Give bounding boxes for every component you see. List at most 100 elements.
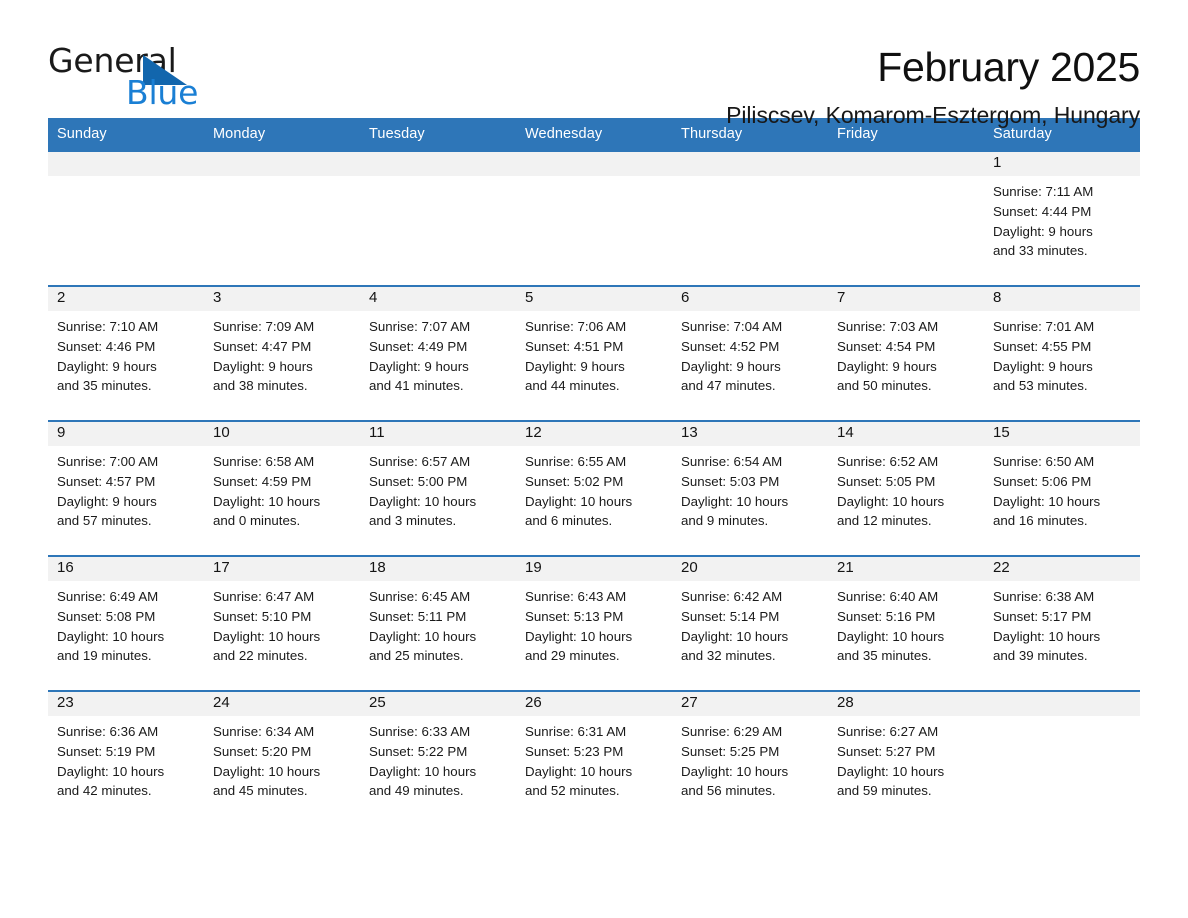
- day-number: 2: [48, 287, 204, 311]
- calendar-day-cell[interactable]: 16 Sunrise: 6:49 AM Sunset: 5:08 PM Dayligh…: [48, 555, 204, 691]
- page-title: February 2025: [877, 44, 1140, 90]
- daylight-text-line1: Daylight: 9 hours: [525, 358, 625, 374]
- day-details: Sunrise: 6:52 AM Sunset: 5:05 PM Daylight:…: [828, 446, 984, 531]
- sunrise-text: Sunrise: 6:49 AM: [57, 589, 159, 604]
- daylight-text-line2: and 41 minutes.: [369, 378, 464, 394]
- day-details: Sunrise: 6:33 AM Sunset: 5:22 PM Daylight:…: [360, 716, 516, 801]
- calendar-day-cell[interactable]: 27 Sunrise: 6:29 AM Sunset: 5:25 PM Dayligh…: [672, 690, 828, 826]
- calendar-day-cell[interactable]: 1 Sunrise: 7:11 AM Sunset: 4:44 PM Daylight…: [984, 150, 1140, 286]
- daylight-text-line1: Daylight: 10 hours: [57, 628, 165, 644]
- calendar-day-cell[interactable]: 4 Sunrise: 7:07 AM Sunset: 4:49 PM Daylight…: [360, 285, 516, 421]
- sunrise-text: Sunrise: 6:29 AM: [681, 724, 783, 739]
- day-details: Sunrise: 6:34 AM Sunset: 5:20 PM Daylight:…: [204, 716, 360, 801]
- calendar-day-cell[interactable]: 10 Sunrise: 6:58 AM Sunset: 4:59 PM Dayligh…: [204, 420, 360, 556]
- calendar-day-cell-empty: [516, 150, 672, 286]
- daylight-text-line2: and 35 minutes.: [57, 378, 152, 394]
- day-number: [516, 152, 672, 176]
- weekday-header-tuesday: Tuesday: [360, 118, 516, 151]
- sunset-text: Sunset: 4:49 PM: [369, 338, 468, 354]
- calendar-day-cell[interactable]: 12 Sunrise: 6:55 AM Sunset: 5:02 PM Dayligh…: [516, 420, 672, 556]
- calendar-day-cell[interactable]: 24 Sunrise: 6:34 AM Sunset: 5:20 PM Dayligh…: [204, 690, 360, 826]
- calendar-day-cell[interactable]: 28 Sunrise: 6:27 AM Sunset: 5:27 PM Dayligh…: [828, 690, 984, 826]
- day-details: Sunrise: 6:47 AM Sunset: 5:10 PM Daylight:…: [204, 581, 360, 666]
- sunrise-text: Sunrise: 6:50 AM: [993, 454, 1095, 469]
- day-details: Sunrise: 6:58 AM Sunset: 4:59 PM Daylight:…: [204, 446, 360, 531]
- calendar-day-cell[interactable]: 19 Sunrise: 6:43 AM Sunset: 5:13 PM Dayligh…: [516, 555, 672, 691]
- daylight-text-line2: and 12 minutes.: [837, 513, 932, 529]
- calendar-day-cell[interactable]: 9 Sunrise: 7:00 AM Sunset: 4:57 PM Daylight…: [48, 420, 204, 556]
- day-details: Sunrise: 6:36 AM Sunset: 5:19 PM Daylight:…: [48, 716, 204, 801]
- daylight-text-line1: Daylight: 10 hours: [837, 628, 945, 644]
- sunset-text: Sunset: 5:20 PM: [213, 743, 312, 759]
- day-number: 3: [204, 287, 360, 311]
- day-number: 23: [48, 692, 204, 716]
- sunrise-text: Sunrise: 6:27 AM: [837, 724, 939, 739]
- day-number: [360, 152, 516, 176]
- calendar-day-cell-empty: [672, 150, 828, 286]
- calendar-day-cell[interactable]: 15 Sunrise: 6:50 AM Sunset: 5:06 PM Dayligh…: [984, 420, 1140, 556]
- day-number: [672, 152, 828, 176]
- calendar-week-row: 1 Sunrise: 7:11 AM Sunset: 4:44 PM Daylight…: [48, 150, 1140, 286]
- sunset-text: Sunset: 4:55 PM: [993, 338, 1092, 354]
- day-number: 4: [360, 287, 516, 311]
- sunset-text: Sunset: 5:25 PM: [681, 743, 780, 759]
- calendar-week-row: 23 Sunrise: 6:36 AM Sunset: 5:19 PM Dayligh…: [48, 690, 1140, 826]
- day-details: Sunrise: 6:29 AM Sunset: 5:25 PM Daylight:…: [672, 716, 828, 801]
- day-number: [48, 152, 204, 176]
- day-number: 24: [204, 692, 360, 716]
- day-number: 19: [516, 557, 672, 581]
- day-details: Sunrise: 6:49 AM Sunset: 5:08 PM Daylight:…: [48, 581, 204, 666]
- sunrise-text: Sunrise: 6:58 AM: [213, 454, 315, 469]
- calendar-day-cell[interactable]: 7 Sunrise: 7:03 AM Sunset: 4:54 PM Daylight…: [828, 285, 984, 421]
- calendar-day-cell[interactable]: 23 Sunrise: 6:36 AM Sunset: 5:19 PM Dayligh…: [48, 690, 204, 826]
- sunrise-text: Sunrise: 6:55 AM: [525, 454, 627, 469]
- calendar-day-cell[interactable]: 11 Sunrise: 6:57 AM Sunset: 5:00 PM Dayligh…: [360, 420, 516, 556]
- daylight-text-line2: and 0 minutes.: [213, 513, 301, 529]
- day-number: 5: [516, 287, 672, 311]
- sunset-text: Sunset: 5:10 PM: [213, 608, 312, 624]
- daylight-text-line2: and 53 minutes.: [993, 378, 1088, 394]
- daylight-text-line2: and 19 minutes.: [57, 648, 152, 664]
- daylight-text-line1: Daylight: 9 hours: [993, 223, 1093, 239]
- sunset-text: Sunset: 5:19 PM: [57, 743, 156, 759]
- calendar-day-cell[interactable]: 8 Sunrise: 7:01 AM Sunset: 4:55 PM Daylight…: [984, 285, 1140, 421]
- calendar-day-cell[interactable]: 2 Sunrise: 7:10 AM Sunset: 4:46 PM Daylight…: [48, 285, 204, 421]
- sunrise-text: Sunrise: 6:54 AM: [681, 454, 783, 469]
- day-number: [984, 692, 1140, 716]
- sunrise-text: Sunrise: 6:38 AM: [993, 589, 1095, 604]
- day-details: [672, 176, 828, 182]
- daylight-text-line2: and 33 minutes.: [993, 243, 1088, 259]
- daylight-text-line1: Daylight: 10 hours: [213, 628, 321, 644]
- calendar-day-cell[interactable]: 14 Sunrise: 6:52 AM Sunset: 5:05 PM Dayligh…: [828, 420, 984, 556]
- sunrise-sunset-calendar: Sunday Monday Tuesday Wednesday Thursday…: [48, 118, 1140, 826]
- day-number: 6: [672, 287, 828, 311]
- general-blue-logo[interactable]: General Blue: [48, 44, 199, 112]
- calendar-day-cell[interactable]: 6 Sunrise: 7:04 AM Sunset: 4:52 PM Daylight…: [672, 285, 828, 421]
- day-details: Sunrise: 6:31 AM Sunset: 5:23 PM Daylight:…: [516, 716, 672, 801]
- calendar-day-cell[interactable]: 13 Sunrise: 6:54 AM Sunset: 5:03 PM Dayligh…: [672, 420, 828, 556]
- sunrise-text: Sunrise: 7:01 AM: [993, 319, 1095, 334]
- calendar-day-cell[interactable]: 26 Sunrise: 6:31 AM Sunset: 5:23 PM Dayligh…: [516, 690, 672, 826]
- sunset-text: Sunset: 4:52 PM: [681, 338, 780, 354]
- calendar-day-cell[interactable]: 18 Sunrise: 6:45 AM Sunset: 5:11 PM Dayligh…: [360, 555, 516, 691]
- calendar-day-cell[interactable]: 21 Sunrise: 6:40 AM Sunset: 5:16 PM Dayligh…: [828, 555, 984, 691]
- calendar-day-cell-empty: [360, 150, 516, 286]
- daylight-text-line1: Daylight: 10 hours: [993, 493, 1101, 509]
- day-number: 11: [360, 422, 516, 446]
- calendar-day-cell[interactable]: 17 Sunrise: 6:47 AM Sunset: 5:10 PM Dayligh…: [204, 555, 360, 691]
- daylight-text-line1: Daylight: 10 hours: [681, 493, 789, 509]
- calendar-day-cell[interactable]: 3 Sunrise: 7:09 AM Sunset: 4:47 PM Daylight…: [204, 285, 360, 421]
- calendar-day-cell[interactable]: 20 Sunrise: 6:42 AM Sunset: 5:14 PM Dayligh…: [672, 555, 828, 691]
- calendar-day-cell[interactable]: 25 Sunrise: 6:33 AM Sunset: 5:22 PM Dayligh…: [360, 690, 516, 826]
- weekday-header-sunday: Sunday: [48, 118, 204, 151]
- sunset-text: Sunset: 5:06 PM: [993, 473, 1092, 489]
- daylight-text-line2: and 9 minutes.: [681, 513, 769, 529]
- day-details: Sunrise: 6:43 AM Sunset: 5:13 PM Daylight:…: [516, 581, 672, 666]
- logo-text-blue: Blue: [126, 73, 199, 112]
- day-details: [516, 176, 672, 182]
- daylight-text-line1: Daylight: 10 hours: [525, 763, 633, 779]
- calendar-day-cell[interactable]: 22 Sunrise: 6:38 AM Sunset: 5:17 PM Dayligh…: [984, 555, 1140, 691]
- sunrise-text: Sunrise: 6:34 AM: [213, 724, 315, 739]
- sunset-text: Sunset: 5:13 PM: [525, 608, 624, 624]
- calendar-day-cell[interactable]: 5 Sunrise: 7:06 AM Sunset: 4:51 PM Daylight…: [516, 285, 672, 421]
